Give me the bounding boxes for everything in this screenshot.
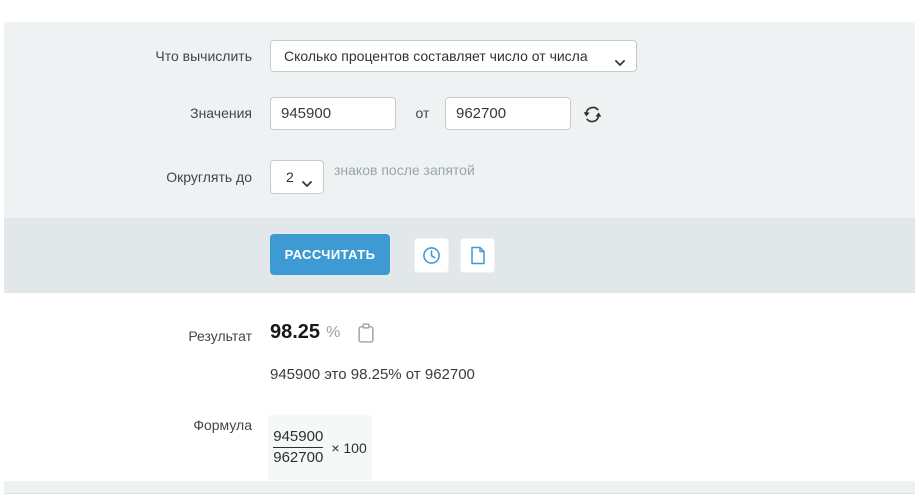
formula-fraction: 945900 962700 xyxy=(273,427,324,469)
copy-result-button[interactable] xyxy=(358,322,374,346)
calculation-type-select[interactable]: Сколько процентов составляет число от чи… xyxy=(270,40,637,72)
result-line: 98.25 % xyxy=(270,321,374,344)
formula-denominator: 962700 xyxy=(273,447,324,468)
formula-numerator: 945900 xyxy=(273,427,324,445)
result-section xyxy=(4,293,915,481)
history-button[interactable] xyxy=(414,238,449,273)
document-icon xyxy=(470,246,486,265)
clipboard-icon xyxy=(358,322,374,346)
result-value: 98.25 xyxy=(270,321,321,343)
what-to-calc-label: Что вычислить xyxy=(155,48,252,64)
clock-icon xyxy=(422,246,441,265)
chevron-down-icon xyxy=(302,174,312,187)
result-unit: % xyxy=(326,323,341,341)
formula-label: Формула xyxy=(193,417,252,433)
calculation-type-value: Сколько процентов составляет число от чи… xyxy=(284,48,588,64)
values-label: Значения xyxy=(190,105,252,121)
calculator-panel: Что вычислить Сколько процентов составля… xyxy=(4,22,915,494)
chevron-down-icon xyxy=(615,53,625,66)
round-label: Округлять до xyxy=(166,169,252,185)
round-digits-select[interactable]: 2 xyxy=(270,160,324,194)
value1-input[interactable] xyxy=(270,97,396,130)
round-digits-value: 2 xyxy=(286,169,294,185)
value2-input[interactable] xyxy=(445,97,571,130)
result-sentence: 945900 это 98.25% от 962700 xyxy=(270,366,475,383)
formula-box: 945900 962700 × 100 xyxy=(268,415,372,480)
swap-arrows-icon xyxy=(582,106,603,128)
result-label: Результат xyxy=(188,328,252,344)
report-button[interactable] xyxy=(460,238,495,273)
swap-values-button[interactable] xyxy=(580,102,604,126)
formula-multiplier: × 100 xyxy=(331,439,367,456)
round-suffix-label: знаков после запятой xyxy=(334,162,475,178)
calculate-button[interactable]: РАССЧИТАТЬ xyxy=(270,234,390,275)
of-label: от xyxy=(415,105,430,121)
